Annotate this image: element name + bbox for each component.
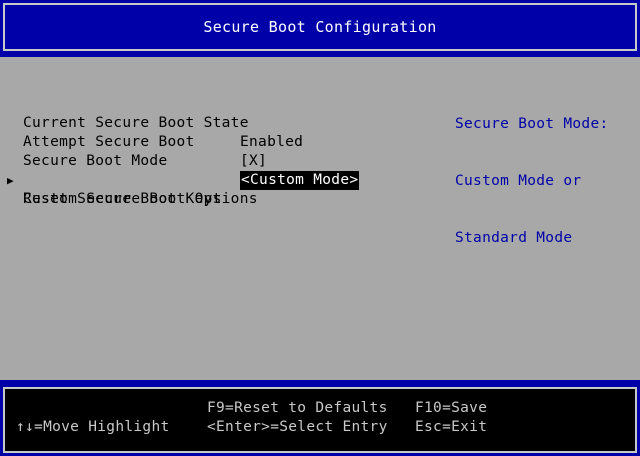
page-title: Secure Boot Configuration xyxy=(203,17,437,36)
menu-label-attempt-secure-boot[interactable]: Attempt Secure Boot xyxy=(23,133,195,152)
hint-save: F10=Save xyxy=(415,400,488,416)
menu-row-secure-boot-mode[interactable]: Secure Boot Mode <Custom Mode> xyxy=(0,133,360,190)
main-panel: Current Secure Boot State Enabled Attemp… xyxy=(0,57,640,380)
footer-bar: F9=Reset to Defaults F10=Save ↑↓=Move Hi… xyxy=(0,380,640,456)
menu-label-secure-boot-mode[interactable]: Secure Boot Mode xyxy=(23,152,167,171)
menu-row-attempt-secure-boot[interactable]: Attempt Secure Boot [X] xyxy=(0,114,267,169)
help-line: Secure Boot Mode: xyxy=(455,116,609,132)
title-bar: Secure Boot Configuration xyxy=(0,0,640,57)
attempt-secure-boot-checkbox[interactable]: [X] xyxy=(240,152,267,171)
help-line: Custom Mode or xyxy=(455,173,582,189)
secure-boot-mode-select[interactable]: <Custom Mode> xyxy=(240,171,360,190)
menu-label-reset-secure-boot-keys[interactable]: Reset Secure Boot Keys xyxy=(23,190,222,209)
hint-move-highlight: ↑↓=Move Highlight xyxy=(16,419,170,435)
title-frame: Secure Boot Configuration xyxy=(3,3,637,51)
footer-frame: F9=Reset to Defaults F10=Save ↑↓=Move Hi… xyxy=(3,387,637,453)
hint-exit: Esc=Exit xyxy=(415,419,488,435)
hint-select-entry: <Enter>=Select Entry xyxy=(207,419,388,435)
menu-row-reset-secure-boot-keys[interactable]: Reset Secure Boot Keys xyxy=(0,171,221,207)
menu-row-custom-secure-boot-options[interactable]: ▶ Custom Secure Boot Options xyxy=(0,152,257,207)
menu-label-secure-boot-state: Current Secure Boot State xyxy=(23,115,249,131)
hint-reset-defaults: F9=Reset to Defaults xyxy=(207,400,388,416)
help-panel: Secure Boot Mode: Custom Mode or Standar… xyxy=(455,77,609,286)
menu-row-secure-boot-state: Current Secure Boot State Enabled xyxy=(0,95,303,150)
secure-boot-state-value: Enabled xyxy=(240,134,304,150)
help-line: Standard Mode xyxy=(455,230,573,246)
